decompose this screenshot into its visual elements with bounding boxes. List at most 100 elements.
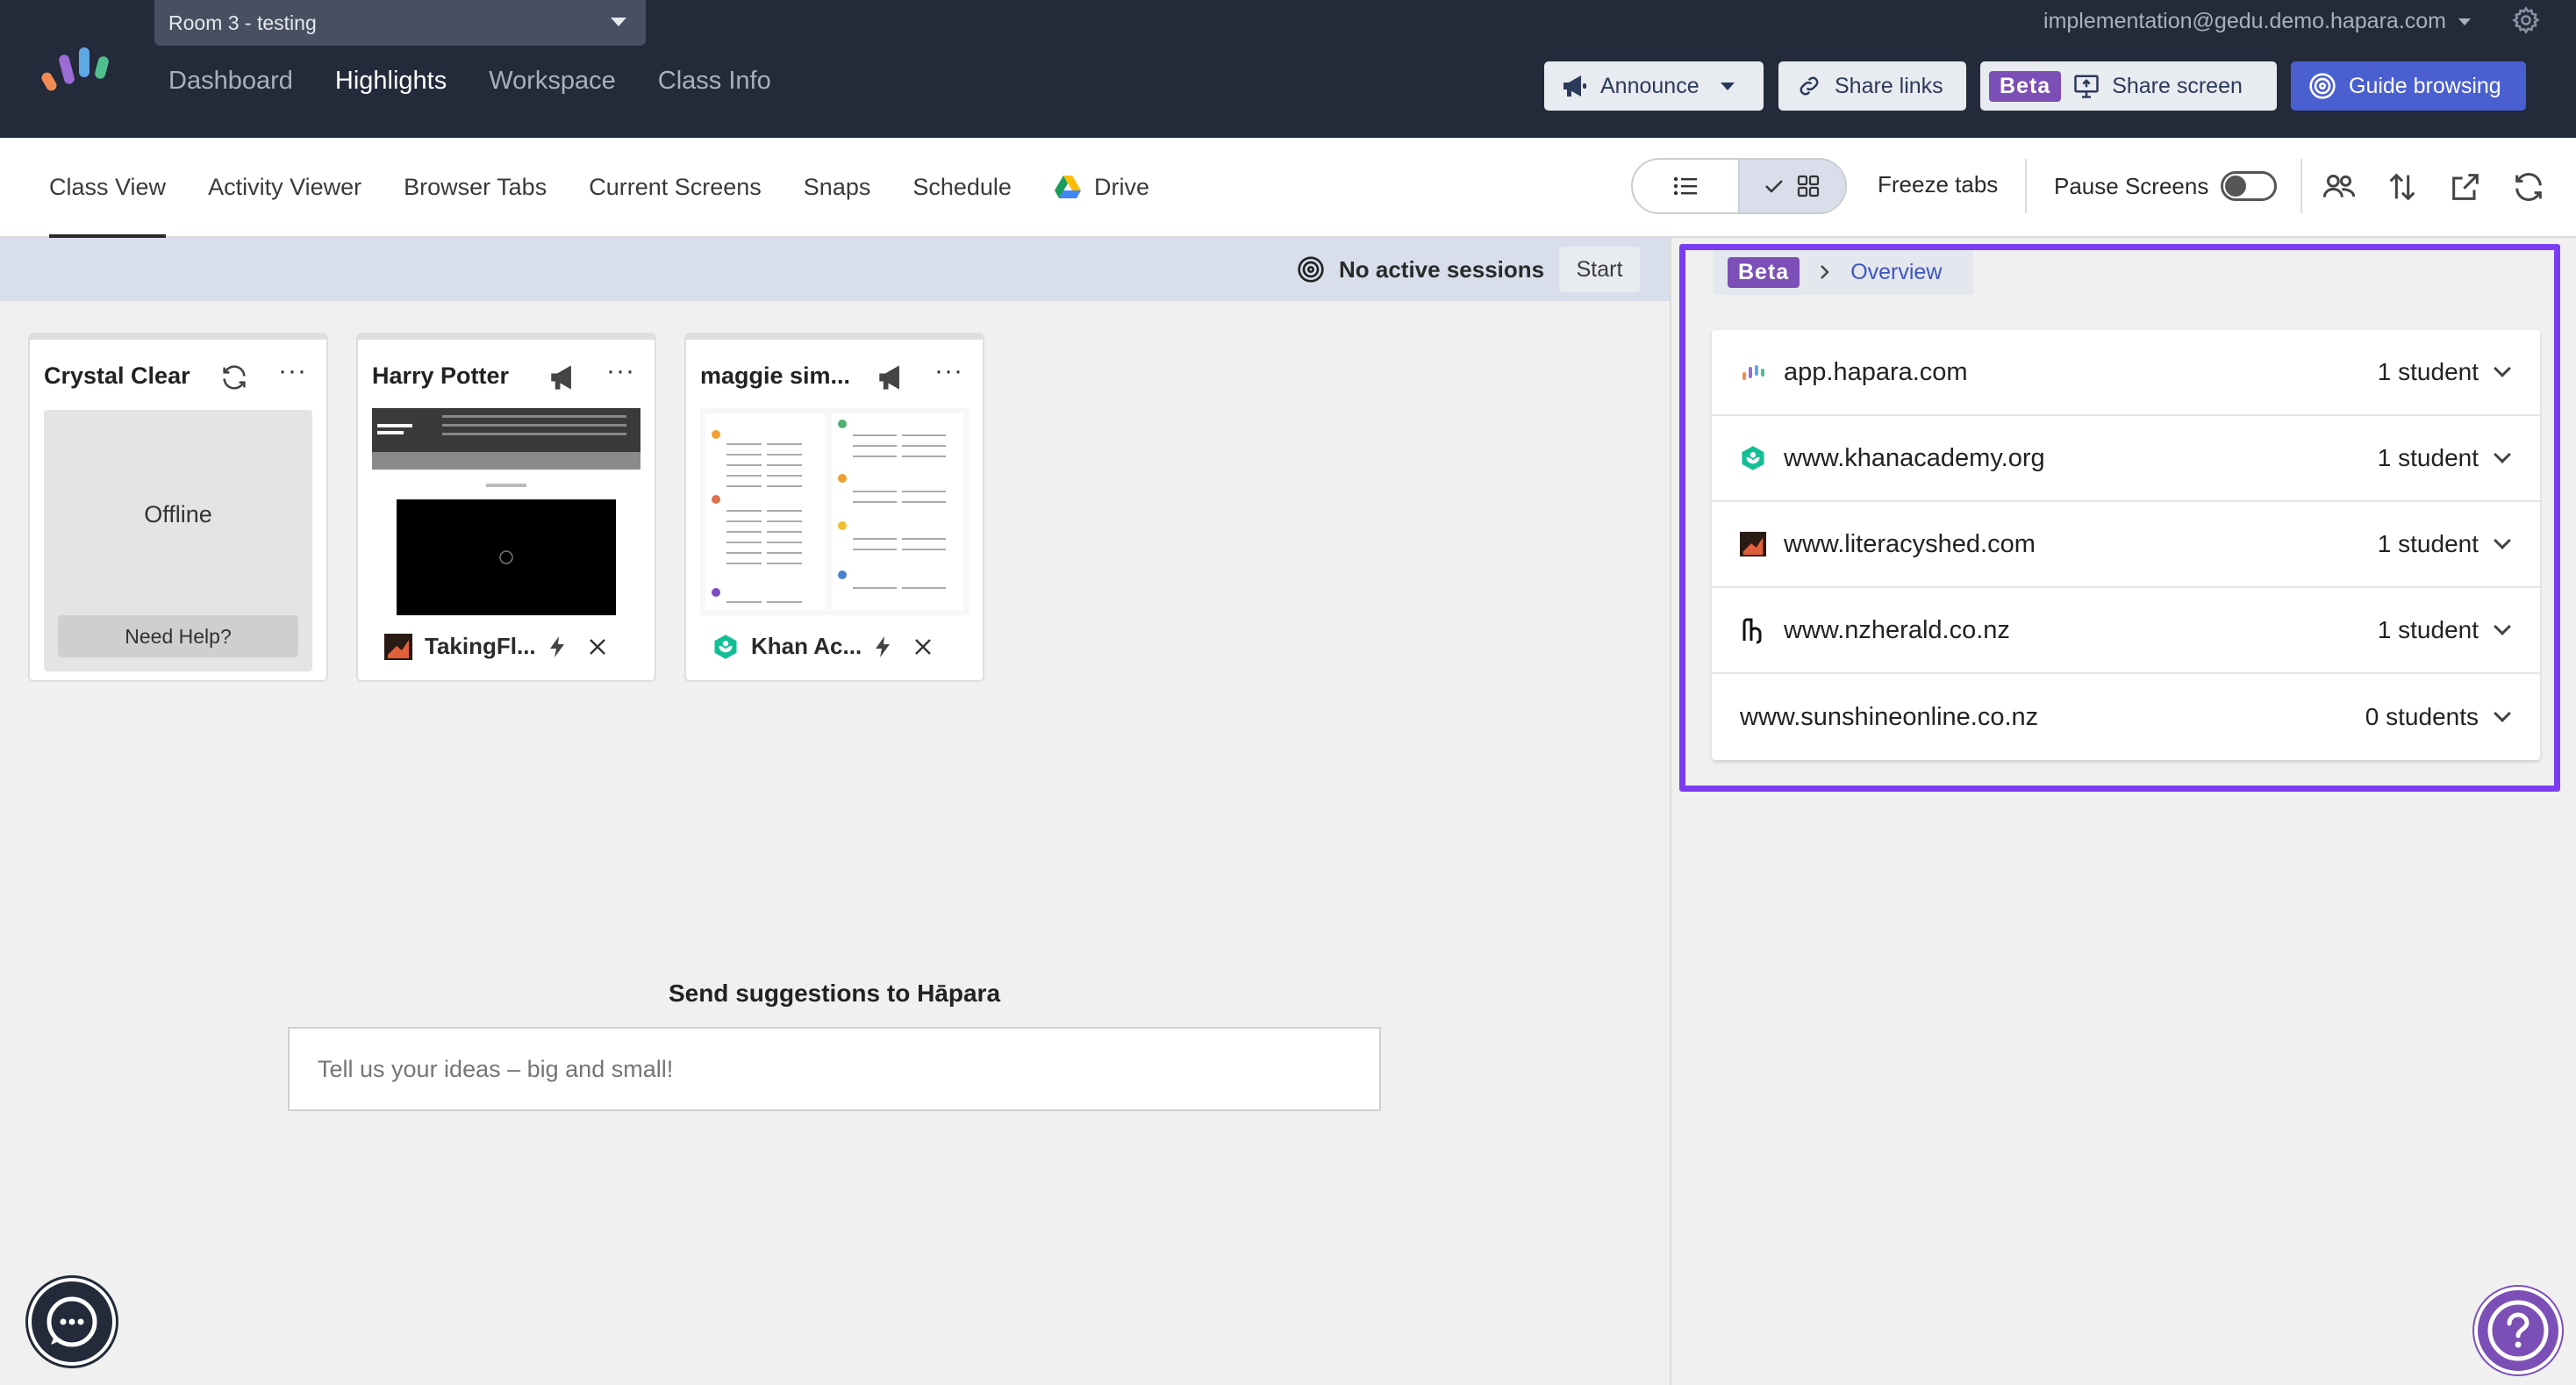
nav-dashboard[interactable]: Dashboard	[168, 67, 293, 96]
megaphone-icon[interactable]	[549, 362, 579, 392]
active-tab[interactable]: TakingFl...	[384, 633, 608, 660]
tab-label: Class View	[49, 173, 167, 200]
screen-thumbnail[interactable]	[700, 408, 969, 615]
account-menu[interactable]: implementation@gedu.demo.hapara.com	[2043, 9, 2471, 34]
student-card[interactable]: maggie sim... ··· Khan Ac...	[684, 333, 984, 682]
room-select[interactable]: Room 3 - testing	[154, 0, 646, 46]
chevron-down-icon	[1720, 82, 1735, 90]
student-card[interactable]: Harry Potter ··· TakingFl...	[356, 333, 656, 682]
close-icon[interactable]	[912, 636, 934, 657]
session-status-text: No active sessions	[1339, 255, 1545, 283]
target-icon	[2309, 73, 2336, 99]
pause-screens-control: Pause Screens	[2054, 171, 2278, 201]
nav-workspace[interactable]: Workspace	[489, 67, 616, 96]
student-name: Crystal Clear	[44, 362, 190, 389]
hapara-logo[interactable]	[39, 42, 118, 95]
list-view-button[interactable]	[1633, 160, 1738, 212]
khanacademy-screenshot	[700, 408, 969, 615]
freeze-tabs-button[interactable]: Freeze tabs	[1878, 171, 1998, 198]
pause-screens-label: Pause Screens	[2054, 172, 2209, 199]
share-screen-label: Share screen	[2112, 73, 2243, 98]
refresh-icon[interactable]	[2511, 169, 2546, 205]
more-options-icon[interactable]: ···	[606, 358, 635, 384]
tab-label: Snaps	[803, 173, 871, 200]
nav-class-info[interactable]: Class Info	[658, 67, 771, 96]
active-tab[interactable]: Khan Ac...	[712, 633, 934, 660]
divider	[2301, 159, 2302, 213]
guide-browsing-label: Guide browsing	[2349, 73, 2501, 98]
top-bar: Room 3 - testing Dashboard Highlights Wo…	[0, 0, 2576, 138]
class-view-pane: No active sessions Start Crystal Clear ·…	[0, 238, 1670, 1385]
grid-icon	[1797, 175, 1820, 197]
announce-label: Announce	[1600, 73, 1699, 98]
external-link-icon[interactable]	[2448, 169, 2483, 205]
screen-thumbnail[interactable]	[372, 408, 640, 615]
announce-button[interactable]: Announce	[1544, 61, 1764, 111]
feedback-title: Send suggestions to Hāpara	[668, 980, 1001, 1007]
highlight-frame	[1679, 244, 2560, 792]
share-screen-button[interactable]: Beta Share screen	[1980, 61, 2277, 111]
tab-label: Drive	[1093, 173, 1149, 200]
guide-browsing-button[interactable]: Guide browsing	[2291, 61, 2526, 111]
literacyshed-favicon	[384, 633, 412, 660]
share-links-label: Share links	[1835, 73, 1943, 98]
megaphone-icon[interactable]	[877, 362, 907, 392]
chat-icon	[47, 1296, 97, 1347]
lightning-icon[interactable]	[874, 635, 891, 658]
beta-badge: Beta	[1989, 70, 2062, 102]
tab-class-view[interactable]: Class View	[49, 138, 167, 238]
student-card[interactable]: Crystal Clear ··· Offline Need Help?	[28, 333, 328, 682]
tab-label: Current Screens	[589, 173, 762, 200]
share-links-button[interactable]: Share links	[1778, 61, 1966, 111]
tab-label: Schedule	[912, 173, 1012, 200]
tab-activity-viewer[interactable]: Activity Viewer	[208, 138, 361, 236]
student-name: Harry Potter	[372, 362, 510, 389]
main-nav: Dashboard Highlights Workspace Class Inf…	[168, 67, 771, 96]
google-drive-icon	[1054, 176, 1081, 198]
feedback-input[interactable]	[288, 1027, 1381, 1111]
list-icon	[1673, 176, 1697, 196]
student-name: maggie sim...	[700, 362, 851, 389]
active-tab-label: TakingFl...	[425, 633, 536, 659]
session-bar: No active sessions Start	[0, 238, 1670, 301]
tab-browser-tabs[interactable]: Browser Tabs	[404, 138, 547, 236]
need-help-button[interactable]: Need Help?	[58, 615, 298, 657]
users-icon[interactable]	[2322, 169, 2357, 205]
sync-icon[interactable]	[219, 362, 249, 392]
chevron-down-icon	[611, 18, 626, 26]
start-session-button[interactable]: Start	[1559, 247, 1640, 292]
chevron-down-icon	[2458, 18, 2471, 25]
grid-view-button[interactable]	[1738, 160, 1845, 212]
check-icon	[1765, 180, 1783, 193]
megaphone-icon	[1563, 75, 1586, 97]
close-icon[interactable]	[587, 636, 608, 657]
room-select-value: Room 3 - testing	[168, 11, 317, 34]
khanacademy-favicon	[714, 634, 737, 659]
sub-nav: Class View Activity Viewer Browser Tabs …	[0, 138, 2576, 238]
gear-icon[interactable]	[2511, 5, 2541, 35]
help-button[interactable]	[2474, 1287, 2562, 1374]
target-icon	[1298, 256, 1324, 283]
nav-highlights[interactable]: Highlights	[335, 67, 447, 96]
view-mode-toggle	[1631, 158, 1847, 214]
literacyshed-screenshot	[372, 408, 640, 615]
chat-button[interactable]	[28, 1278, 116, 1366]
tab-snaps[interactable]: Snaps	[804, 138, 871, 236]
tab-label: Activity Viewer	[208, 173, 362, 200]
session-status: No active sessions	[1297, 255, 1544, 283]
offline-label: Offline	[144, 501, 212, 527]
sort-icon[interactable]	[2385, 169, 2420, 205]
divider	[2025, 159, 2027, 213]
more-options-icon[interactable]: ···	[934, 358, 963, 384]
tab-schedule[interactable]: Schedule	[912, 138, 1012, 236]
tab-current-screens[interactable]: Current Screens	[589, 138, 762, 236]
lightning-icon[interactable]	[548, 635, 566, 658]
monitor-icon	[2074, 75, 2099, 98]
pause-screens-toggle[interactable]	[2221, 171, 2278, 201]
account-email: implementation@gedu.demo.hapara.com	[2043, 9, 2446, 33]
more-options-icon[interactable]: ···	[278, 358, 307, 384]
active-tab-label: Khan Ac...	[751, 633, 862, 659]
view-tabs: Class View Activity Viewer Browser Tabs …	[49, 138, 1149, 238]
tab-drive[interactable]: Drive	[1054, 138, 1149, 236]
question-icon	[2487, 1300, 2549, 1361]
